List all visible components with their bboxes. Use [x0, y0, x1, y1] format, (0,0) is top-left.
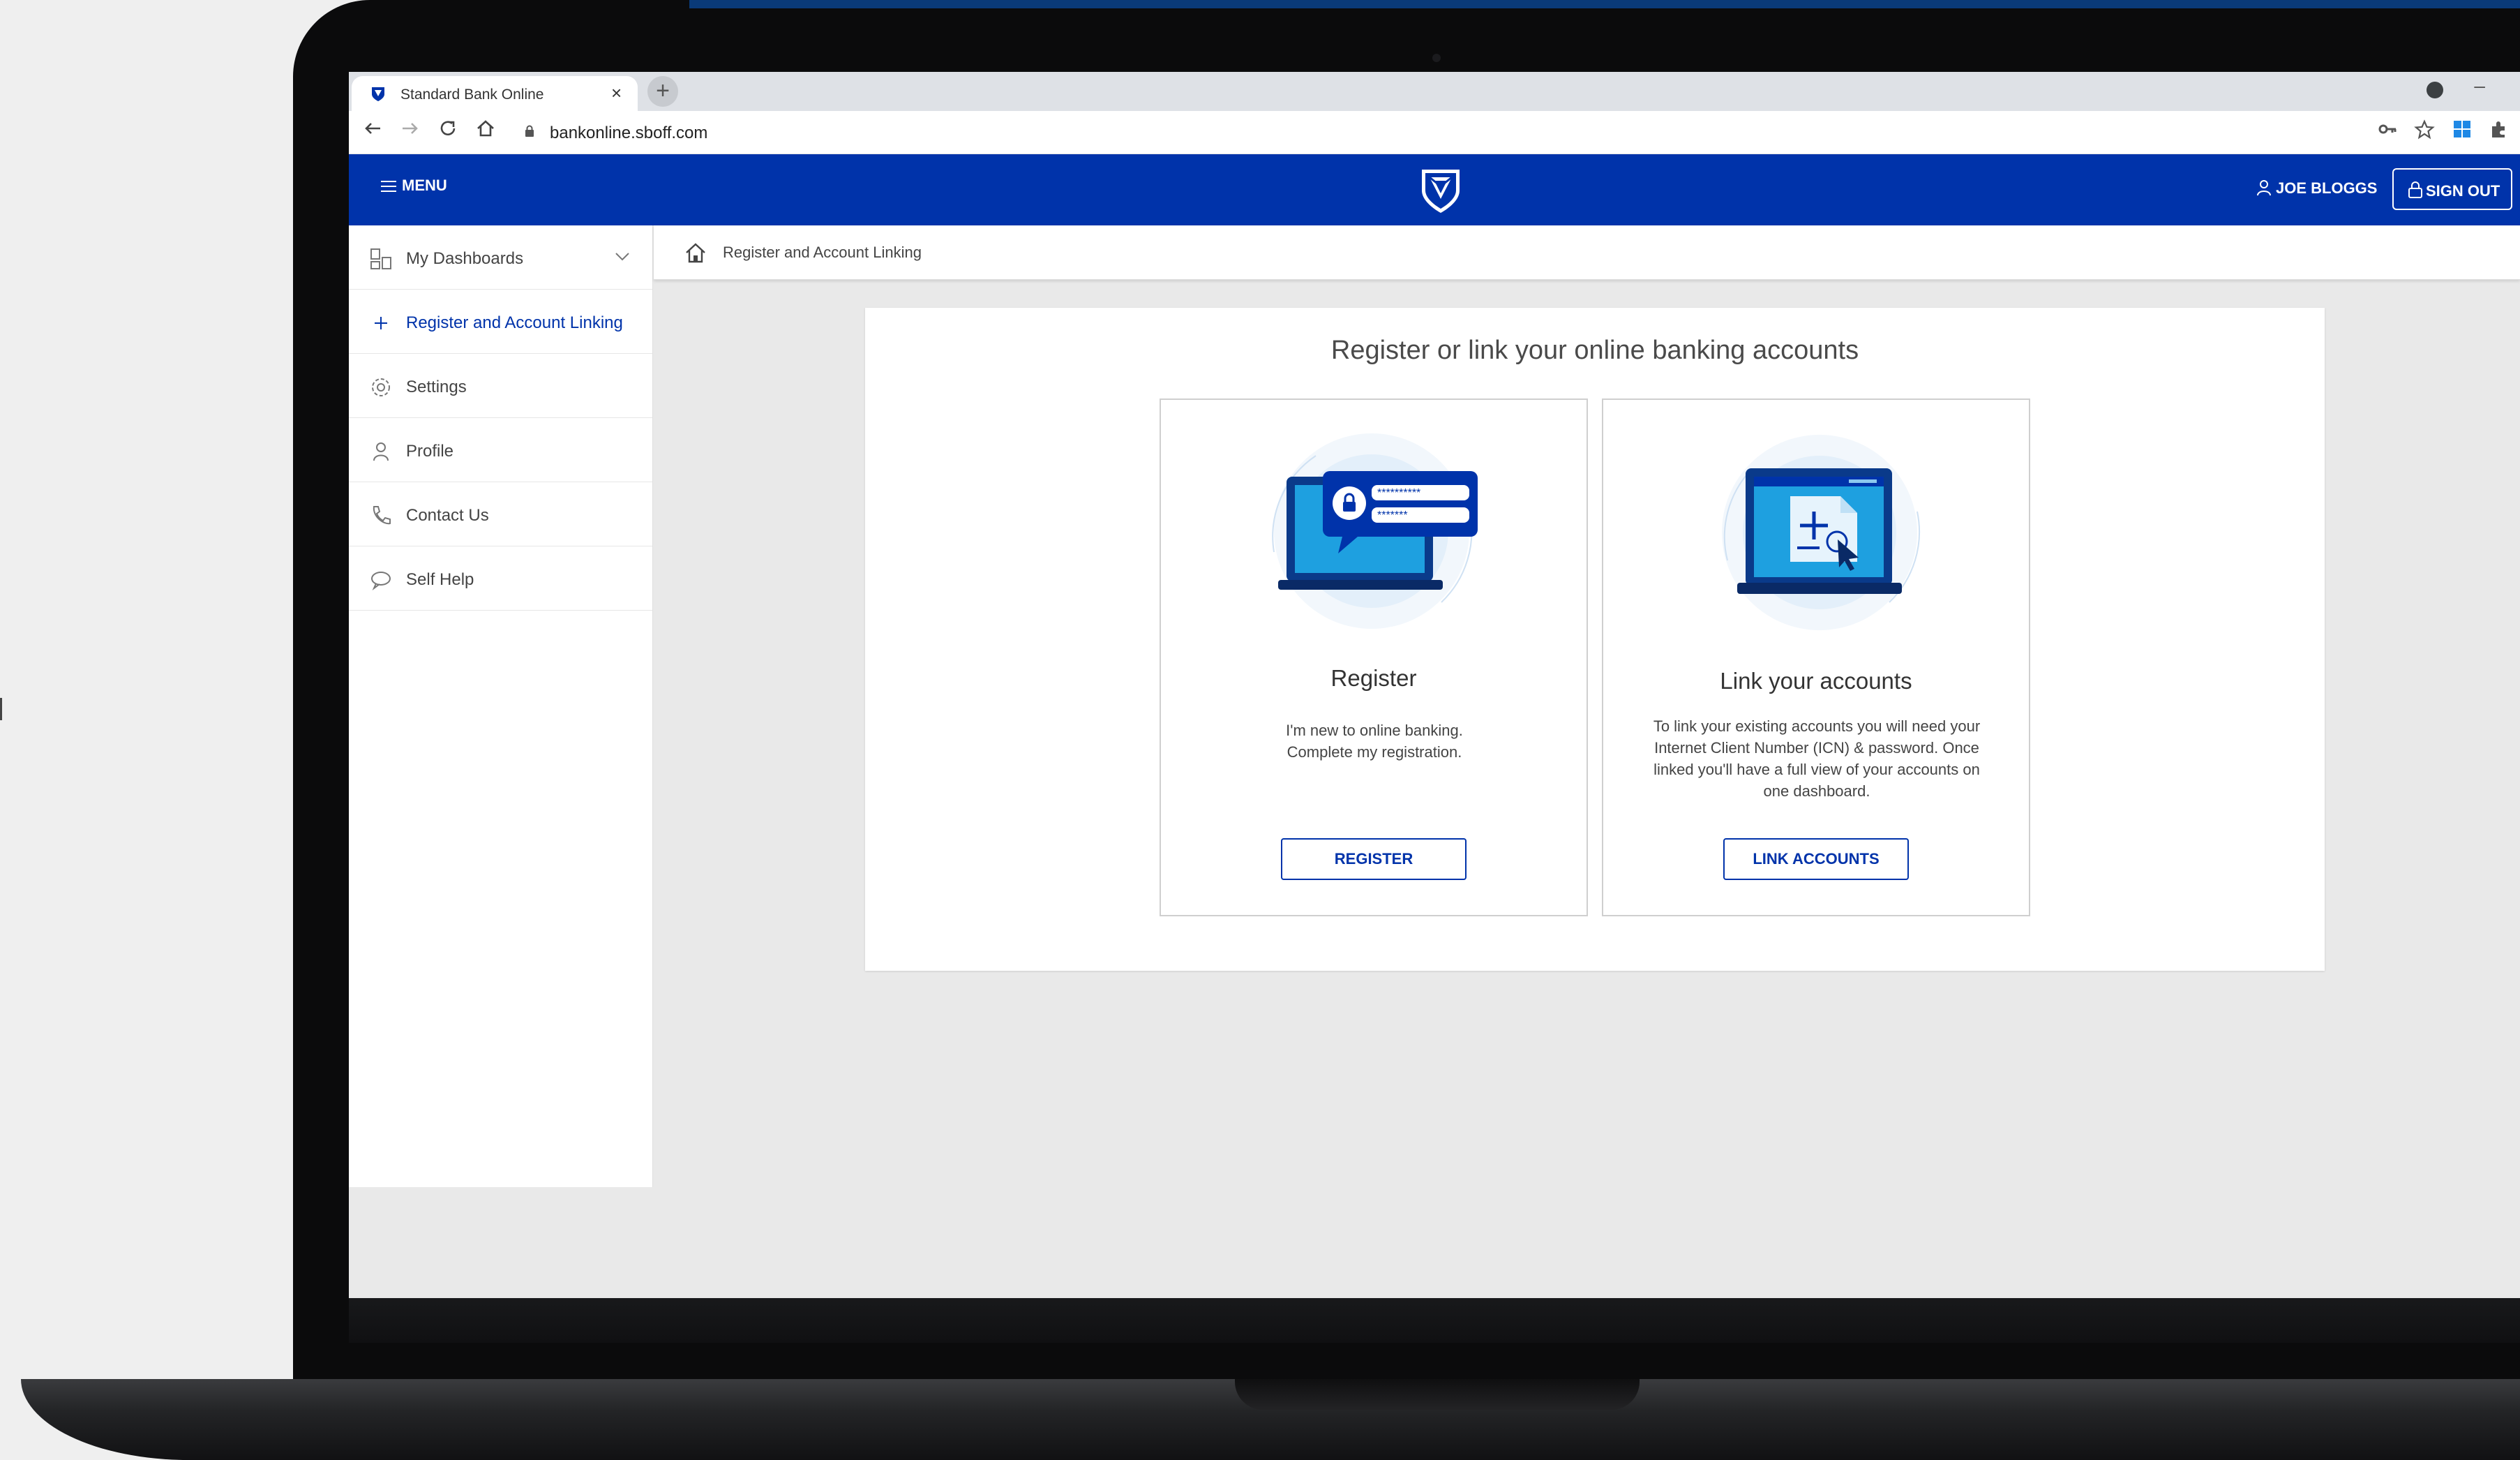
sidebar-item-self-help[interactable]: Self Help — [349, 546, 652, 611]
new-tab-button[interactable]: + — [647, 76, 678, 107]
close-tab-icon[interactable]: × — [611, 83, 622, 103]
profile-icon[interactable] — [2427, 82, 2443, 98]
sidebar-item-label: My Dashboards — [406, 249, 524, 268]
sidebar-item-label: Settings — [406, 378, 467, 396]
sign-out-button[interactable]: SIGN OUT — [2392, 168, 2512, 210]
svg-text:**********: ********** — [1377, 487, 1420, 499]
chat-icon — [371, 572, 391, 591]
browser-tab[interactable]: Standard Bank Online × — [352, 76, 638, 111]
back-icon[interactable] — [359, 118, 387, 146]
sidebar-item-label: Self Help — [406, 570, 474, 589]
forward-icon[interactable] — [396, 118, 424, 146]
tab-strip: Standard Bank Online × + – — [349, 72, 2520, 111]
sidebar-item-register-linking[interactable]: Register and Account Linking — [349, 290, 652, 354]
sign-out-label: SIGN OUT — [2426, 182, 2500, 200]
menu-button[interactable]: MENU — [381, 177, 447, 195]
svg-text:*******: ******* — [1377, 509, 1408, 521]
user-name: JOE BLOGGS — [2276, 179, 2378, 197]
home-icon[interactable] — [684, 242, 707, 263]
link-accounts-button[interactable]: LINK ACCOUNTS — [1723, 838, 1909, 880]
register-laptop-illustration-icon: ********** ******* — [1272, 433, 1478, 629]
breadcrumb: Register and Account Linking — [654, 225, 2520, 280]
reload-icon[interactable] — [434, 118, 462, 146]
main-panel: Register or link your online banking acc… — [865, 308, 2325, 971]
user-icon — [373, 442, 389, 461]
plus-icon — [375, 317, 387, 329]
sidebar: My Dashboards Register and Account Linki… — [349, 225, 653, 1187]
link-accounts-card: Link your accounts To link your existing… — [1602, 398, 2030, 916]
user-account-button[interactable]: JOE BLOGGS — [2256, 179, 2377, 198]
chevron-down-icon[interactable] — [613, 246, 632, 266]
lock-icon — [525, 125, 534, 137]
register-button[interactable]: REGISTER — [1281, 838, 1467, 880]
link-desc-line: To link your existing accounts you will … — [1653, 717, 1981, 735]
hamburger-icon — [381, 181, 396, 193]
link-accounts-heading: Link your accounts — [1720, 668, 1912, 694]
page-title: Register or link your online banking acc… — [1330, 336, 1859, 365]
url-field[interactable]: bankonline.sboff.com — [509, 117, 2393, 147]
extensions-icon[interactable] — [2489, 119, 2509, 145]
gear-icon — [372, 378, 390, 396]
register-description: I'm new to online banking. Complete my r… — [1200, 720, 1549, 763]
dashboard-icon — [370, 248, 391, 269]
key-icon[interactable] — [2378, 119, 2397, 145]
link-desc-line: linked you'll have a full view of your a… — [1653, 761, 1980, 778]
breadcrumb-current: Register and Account Linking — [723, 244, 922, 261]
sidebar-item-label: Profile — [406, 442, 454, 461]
home-icon[interactable] — [472, 118, 500, 146]
phone-icon — [373, 506, 391, 525]
app-header: MENU JOE BLOGGS SIGN OUT — [349, 154, 2520, 225]
windows-icon[interactable] — [2453, 119, 2471, 144]
register-desc-line: I'm new to online banking. — [1286, 722, 1463, 739]
register-card: ********** ******* Register I'm new to o… — [1160, 398, 1588, 916]
edge-mark — [0, 698, 2, 720]
link-desc-line: one dashboard. — [1763, 782, 1870, 800]
lid-top-accent — [689, 0, 2520, 8]
sidebar-item-profile[interactable]: Profile — [349, 418, 652, 482]
minimize-button[interactable]: – — [2474, 75, 2485, 97]
screen-bottom-bezel — [349, 1298, 2520, 1343]
sidebar-item-my-dashboards[interactable]: My Dashboards — [349, 225, 652, 290]
menu-label: MENU — [402, 177, 447, 194]
link-laptop-illustration-icon — [1722, 435, 1921, 630]
browser-screen: Standard Bank Online × + – bankonline.sb… — [349, 72, 2520, 1299]
tab-title: Standard Bank Online — [400, 87, 544, 103]
sidebar-item-contact-us[interactable]: Contact Us — [349, 482, 652, 546]
url-text: bankonline.sboff.com — [550, 124, 708, 142]
sidebar-item-settings[interactable]: Settings — [349, 354, 652, 418]
sidebar-item-label: Register and Account Linking — [406, 313, 623, 332]
link-accounts-description: To link your existing accounts you will … — [1642, 715, 1991, 802]
user-icon — [2257, 180, 2271, 196]
address-bar: bankonline.sboff.com — [349, 111, 2520, 154]
star-icon[interactable] — [2414, 119, 2435, 147]
sidebar-item-label: Contact Us — [406, 506, 489, 525]
register-heading: Register — [1330, 665, 1417, 691]
link-desc-line: Internet Client Number (ICN) & password.… — [1654, 739, 1979, 757]
camera-dot — [1432, 54, 1441, 62]
padlock-icon — [2408, 181, 2422, 198]
bank-logo-icon — [1422, 170, 1460, 213]
favicon-shield-icon — [372, 87, 384, 101]
laptop-notch — [1235, 1379, 1640, 1410]
register-desc-line: Complete my registration. — [1287, 743, 1462, 761]
